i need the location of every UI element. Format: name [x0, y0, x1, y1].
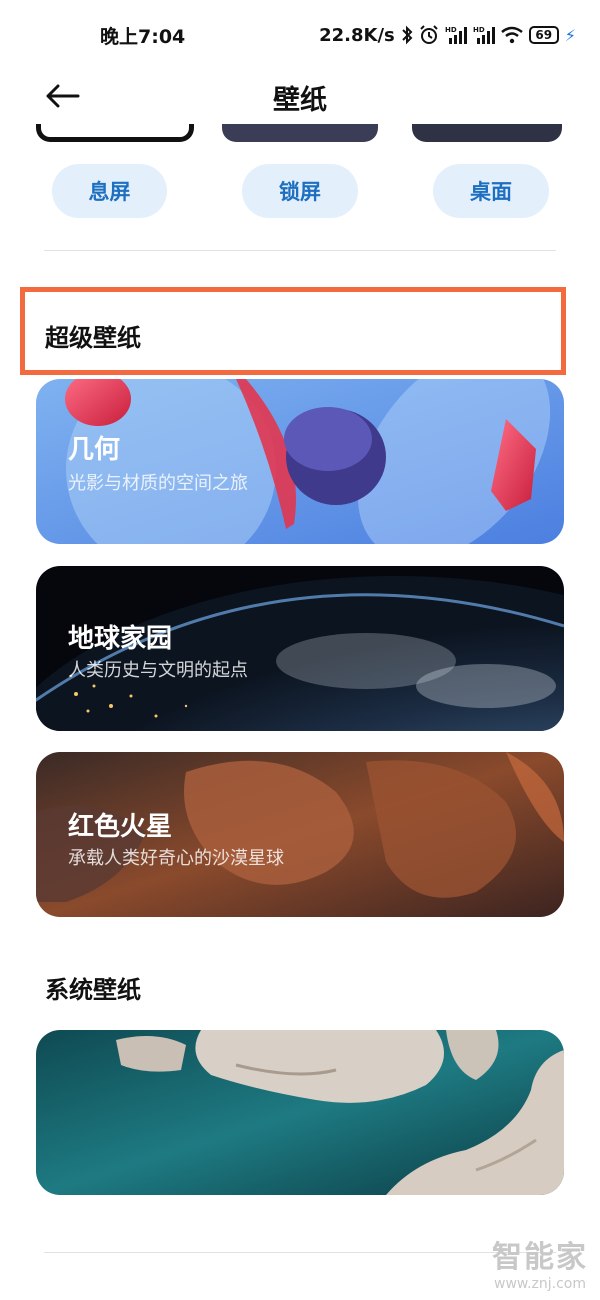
page-title: 壁纸 — [273, 85, 327, 116]
app-header: 壁纸 — [0, 70, 600, 124]
system-wallpaper-title: 系统壁纸 — [45, 976, 141, 1004]
bluetooth-icon — [401, 25, 413, 45]
lockscreen-preview[interactable] — [222, 124, 378, 142]
card-title: 红色火星 — [68, 812, 173, 842]
battery-icon: 69 — [528, 26, 559, 44]
wallpaper-card-geometry[interactable]: 几何 光影与材质的空间之旅 — [36, 379, 564, 544]
signal-hd-icon: HD — [473, 25, 495, 45]
charging-icon: ⚡ — [564, 25, 576, 45]
wallpaper-card-earth[interactable]: 地球家园 人类历史与文明的起点 — [36, 566, 564, 731]
status-time: 晚上7:04 — [100, 26, 186, 48]
status-indicators: 22.8K/s HD HD 69 ⚡ — [319, 22, 576, 48]
aod-preview[interactable] — [36, 124, 194, 142]
system-wallpaper-card[interactable] — [36, 1030, 564, 1195]
signal-hd-icon: HD — [445, 25, 467, 45]
super-wallpaper-title: 超级壁纸 — [45, 324, 141, 352]
homescreen-preview[interactable] — [412, 124, 562, 142]
lockscreen-button[interactable]: 锁屏 — [242, 164, 358, 218]
card-title: 几何 — [68, 435, 121, 465]
card-subtitle: 承载人类好奇心的沙漠星球 — [68, 848, 284, 869]
watermark-logo: 智能家 — [492, 1240, 588, 1275]
wifi-icon — [500, 26, 523, 44]
card-subtitle: 光影与材质的空间之旅 — [68, 473, 248, 494]
alarm-icon — [419, 25, 439, 45]
homescreen-button[interactable]: 桌面 — [433, 164, 549, 218]
watermark: 智能家 www.znj.com — [492, 1232, 588, 1292]
wallpaper-card-mars[interactable]: 红色火星 承载人类好奇心的沙漠星球 — [36, 752, 564, 917]
svg-text:HD: HD — [473, 26, 485, 34]
aod-button[interactable]: 息屏 — [52, 164, 167, 218]
card-subtitle: 人类历史与文明的起点 — [68, 660, 248, 681]
svg-text:HD: HD — [445, 26, 457, 34]
card-title: 地球家园 — [68, 624, 173, 654]
divider — [44, 250, 556, 251]
coast-artwork — [36, 1030, 564, 1195]
watermark-url: www.znj.com — [494, 1276, 586, 1292]
status-bar: 晚上7:04 22.8K/s HD HD 69 ⚡ — [0, 0, 600, 70]
divider — [44, 1252, 556, 1253]
network-speed: 22.8K/s — [319, 24, 395, 46]
